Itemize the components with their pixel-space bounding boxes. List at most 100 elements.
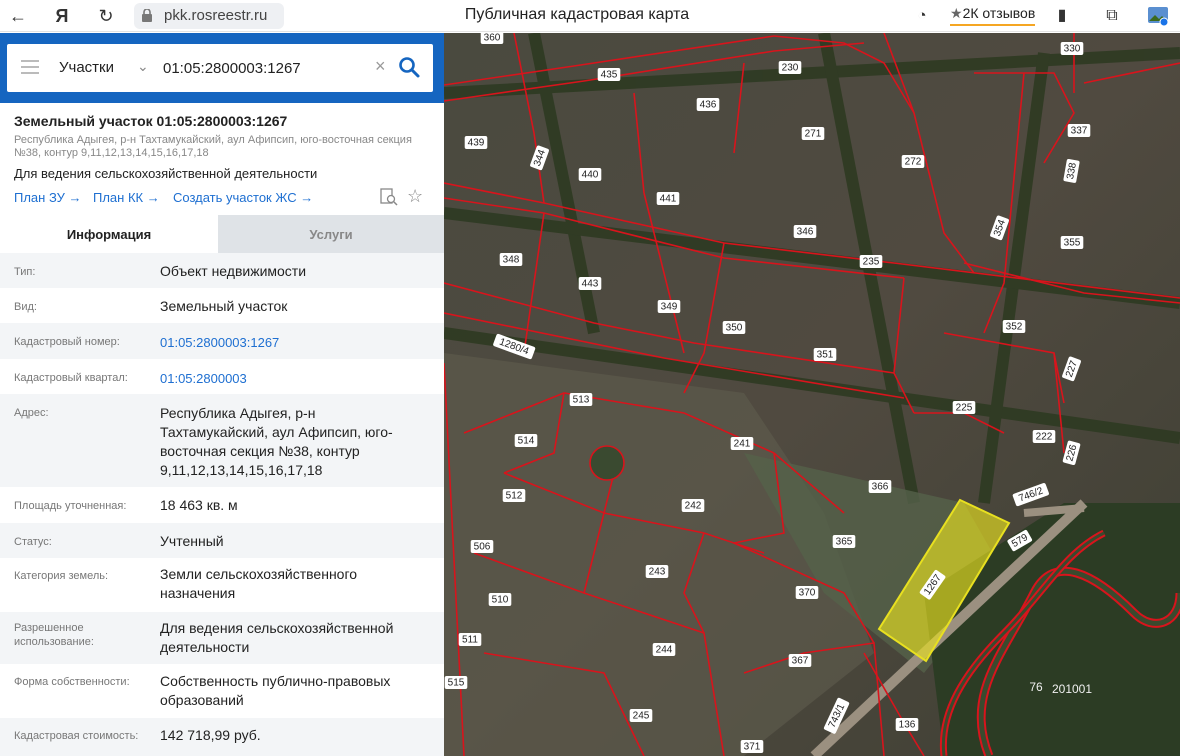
plot-label: 436 xyxy=(696,98,720,111)
plot-label: 510 xyxy=(488,593,512,606)
cadastral-quarter-link[interactable]: 01:05:2800003 xyxy=(160,369,430,388)
lock-icon xyxy=(142,9,152,22)
plot-label: 440 xyxy=(578,168,602,181)
info-label: Форма собственности: xyxy=(14,676,130,688)
profile-icon[interactable] xyxy=(1146,4,1170,28)
plot-label-text: 201001 xyxy=(1052,682,1092,696)
plot-label-text: 346 xyxy=(797,227,814,238)
plot-label: 243 xyxy=(645,565,669,578)
tab-information[interactable]: Информация xyxy=(0,215,218,253)
info-label: Площадь уточненная: xyxy=(14,500,127,512)
protect-icon[interactable]: ◔ xyxy=(910,4,934,28)
clear-icon[interactable]: × xyxy=(375,56,386,77)
plot-label-text: 245 xyxy=(633,711,650,722)
plot-label-text: 443 xyxy=(582,279,599,290)
plot-label: 513 xyxy=(569,393,593,406)
plot-label: 346 xyxy=(793,225,817,238)
object-use: Для ведения сельскохозяйственной деятель… xyxy=(14,166,318,181)
plot-label-text: 330 xyxy=(1064,44,1081,55)
info-label: Разрешенное использование: xyxy=(14,622,94,648)
plot-label-text: 242 xyxy=(685,501,702,512)
info-row-ownership: Форма собственности: Собственность публи… xyxy=(0,664,444,718)
info-label: Кадастровая стоимость: xyxy=(14,730,139,742)
menu-icon[interactable] xyxy=(21,60,39,74)
search-header: Участки ⌄ × ‹ xyxy=(0,33,444,103)
object-title: Земельный участок 01:05:2800003:1267 xyxy=(14,113,288,129)
reload-icon[interactable]: ↻ xyxy=(94,4,118,28)
back-arrow-icon[interactable]: ← xyxy=(6,4,30,28)
cadastral-number-link[interactable]: 01:05:2800003:1267 xyxy=(160,333,430,352)
plot-label: 245 xyxy=(629,709,653,722)
plot-label-text: 371 xyxy=(744,742,761,753)
plot-label: 348 xyxy=(499,253,523,266)
info-value: 18 463 кв. м xyxy=(160,497,238,513)
plot-label-text: 230 xyxy=(782,63,799,74)
plot-label: 370 xyxy=(795,586,819,599)
info-row-cadastral-quarter: Кадастровый квартал: 01:05:2800003 xyxy=(0,359,444,394)
map-canvas[interactable]: 360435436230330439271 337344440441272 3383… xyxy=(444,33,1180,756)
plot-label: 201001 xyxy=(1052,682,1092,696)
bookmark-icon[interactable]: ▮ xyxy=(1050,4,1074,28)
yandex-icon[interactable]: Я xyxy=(50,4,74,28)
plot-label-text: 510 xyxy=(492,595,509,606)
search-icon[interactable] xyxy=(397,55,421,79)
star-icon: ★ xyxy=(950,5,963,21)
plot-label: 365 xyxy=(832,535,856,548)
plot-label: 76 xyxy=(1029,680,1043,694)
create-plot-link[interactable]: Создать участок ЖС → xyxy=(173,190,313,205)
cadastral-map[interactable]: 360 435 436 230 330 439 271 337 344 440 441 272 338 3… xyxy=(444,33,1180,756)
plot-label: 349 xyxy=(657,300,681,313)
search-input[interactable] xyxy=(163,56,373,80)
search-type-select[interactable]: Участки xyxy=(59,59,114,76)
plot-label: 506 xyxy=(470,540,494,553)
browser-toolbar: ← Я ↻ pkk.rosreestr.ru Публичная кадастр… xyxy=(0,0,1180,32)
plot-label: 352 xyxy=(1002,320,1026,333)
plot-label-text: 441 xyxy=(660,194,677,205)
search-box: Участки ⌄ × xyxy=(7,44,433,92)
info-label: Адрес: xyxy=(14,407,49,419)
plot-label: 272 xyxy=(901,155,925,168)
chevron-down-icon[interactable]: ⌄ xyxy=(137,58,149,75)
plot-label-text: 511 xyxy=(462,635,478,646)
plot-label-text: 244 xyxy=(656,645,673,656)
plot-label-text: 76 xyxy=(1029,680,1043,694)
plot-label-text: 515 xyxy=(448,678,465,689)
info-label: Вид: xyxy=(14,301,37,313)
object-address: Республика Адыгея, р-н Тахтамукайский, а… xyxy=(14,134,412,159)
plot-label: 337 xyxy=(1067,124,1091,137)
plot-label-text: 337 xyxy=(1071,126,1088,137)
plot-label: 441 xyxy=(656,192,680,205)
collections-icon[interactable]: ⧉ xyxy=(1100,4,1124,28)
plan-kk-link[interactable]: План КК → xyxy=(93,190,160,205)
plan-zu-link[interactable]: План ЗУ → xyxy=(14,190,82,205)
info-row-cadastral-value: Кадастровая стоимость: 142 718,99 руб. xyxy=(0,718,444,756)
reviews-label: 2К отзывов xyxy=(962,5,1036,21)
plot-label: 242 xyxy=(681,499,705,512)
plot-label: 511 xyxy=(458,633,482,646)
plot-label-text: 351 xyxy=(817,350,834,361)
plot-label-text: 440 xyxy=(582,170,599,181)
plot-label: 222 xyxy=(1032,430,1056,443)
info-value: Земли сельскохозяйственного назначения xyxy=(160,566,358,601)
plot-label-text: 225 xyxy=(956,403,973,414)
plot-label: 351 xyxy=(813,348,837,361)
info-value: Собственность публично-правовых образова… xyxy=(160,673,391,708)
plot-label-text: 370 xyxy=(799,588,816,599)
plot-label-text: 243 xyxy=(649,567,666,578)
tab-services[interactable]: Услуги xyxy=(218,215,444,253)
plot-label: 350 xyxy=(722,321,746,334)
info-row-status: Статус: Учтенный xyxy=(0,523,444,558)
plot-label-text: 235 xyxy=(863,257,880,268)
plot-label-text: 348 xyxy=(503,255,520,266)
plot-label-text: 360 xyxy=(484,33,501,44)
favorite-star-icon[interactable]: ☆ xyxy=(407,186,423,207)
plot-label: 136 xyxy=(895,718,919,731)
info-label: Кадастровый номер: xyxy=(14,336,120,348)
address-bar[interactable]: pkk.rosreestr.ru xyxy=(134,3,284,29)
reviews-button[interactable]: ★2К отзывов xyxy=(950,5,1036,26)
info-row-permitted-use: Разрешенное использование: Для ведения с… xyxy=(0,612,444,664)
plot-label-text: 512 xyxy=(506,491,523,502)
plot-label: 439 xyxy=(464,136,488,149)
document-search-icon[interactable] xyxy=(380,188,398,206)
plot-label: 330 xyxy=(1060,42,1084,55)
